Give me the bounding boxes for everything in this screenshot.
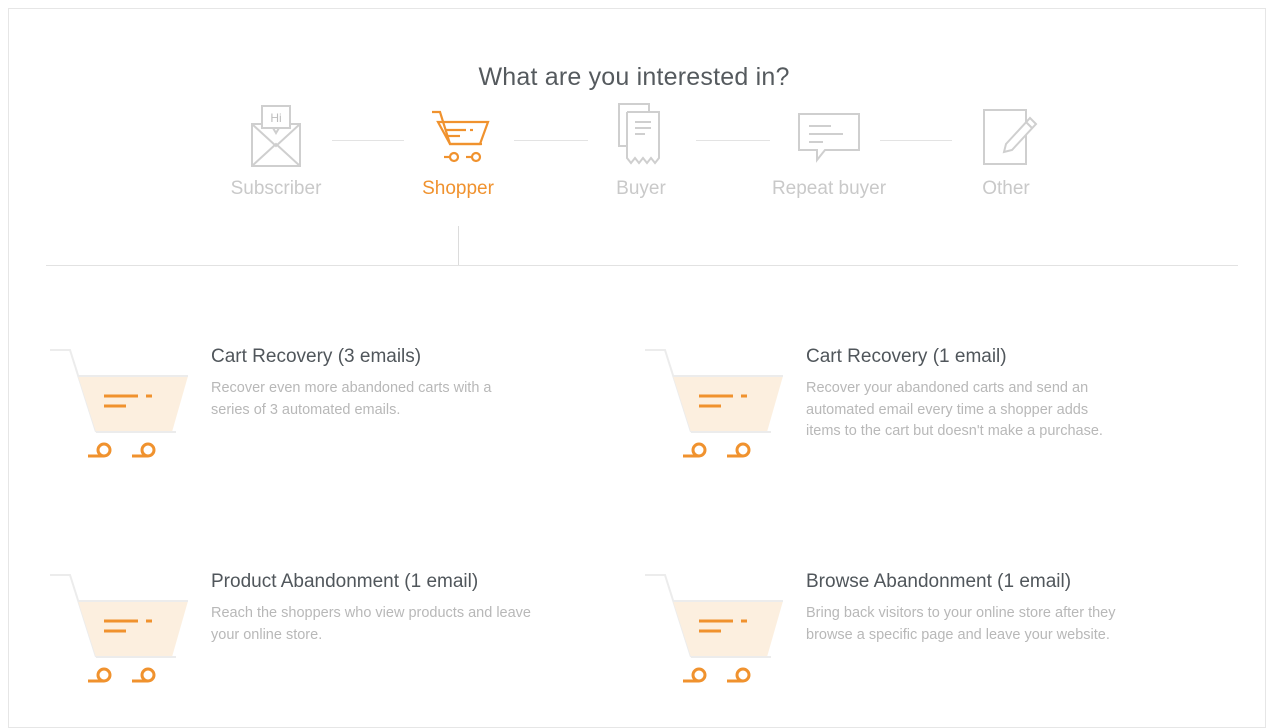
step-label: Buyer (616, 178, 666, 199)
card-title: Product Abandonment (1 email) (211, 571, 479, 592)
cart-illustration-icon (645, 349, 783, 458)
chat-message-icon (798, 113, 860, 163)
envelope-hi-icon: Hi (251, 105, 301, 167)
step-label: Shopper (422, 178, 494, 199)
card-title: Browse Abandonment (1 email) (806, 571, 1072, 592)
card-description: Recover even more abandoned carts with a… (211, 380, 492, 418)
card-description: Bring back visitors to your online store… (806, 605, 1116, 643)
automation-card-cart-recovery-1[interactable]: Cart Recovery (1 email) Recover your aba… (641, 346, 1201, 486)
step-subscriber[interactable]: Hi Subscriber (196, 100, 356, 200)
cart-illustration-icon (645, 574, 783, 683)
step-label: Subscriber (230, 178, 322, 199)
shopping-cart-icon (432, 110, 490, 163)
card-description: Reach the shoppers who view products and… (211, 605, 531, 643)
automation-card-cart-recovery-3[interactable]: Cart Recovery (3 emails) Recover even mo… (46, 346, 606, 486)
edit-document-icon (983, 109, 1038, 165)
step-other[interactable]: Other (926, 100, 1086, 200)
cart-illustration-icon (50, 349, 188, 458)
page-title: What are you interested in? (478, 62, 790, 91)
interest-stepper: Hi Subscriber Shopper Buyer Repeat buyer… (0, 100, 1268, 210)
step-label: Repeat buyer (771, 178, 887, 199)
step-buyer[interactable]: Buyer (561, 100, 721, 200)
envelope-greeting: Hi (270, 111, 281, 125)
receipt-icon (618, 103, 660, 165)
automation-card-browse-abandonment[interactable]: Browse Abandonment (1 email) Bring back … (641, 571, 1201, 711)
card-title: Cart Recovery (3 emails) (211, 346, 422, 367)
step-label: Other (982, 178, 1030, 199)
step-shopper[interactable]: Shopper (378, 100, 538, 200)
active-step-indicator (458, 226, 459, 266)
cart-illustration-icon (50, 574, 188, 683)
automation-card-product-abandonment[interactable]: Product Abandonment (1 email) Reach the … (46, 571, 606, 711)
card-title: Cart Recovery (1 email) (806, 346, 1007, 367)
step-repeat-buyer[interactable]: Repeat buyer (749, 100, 909, 200)
card-description: Recover your abandoned carts and send an… (806, 380, 1103, 439)
section-divider (46, 265, 1238, 266)
